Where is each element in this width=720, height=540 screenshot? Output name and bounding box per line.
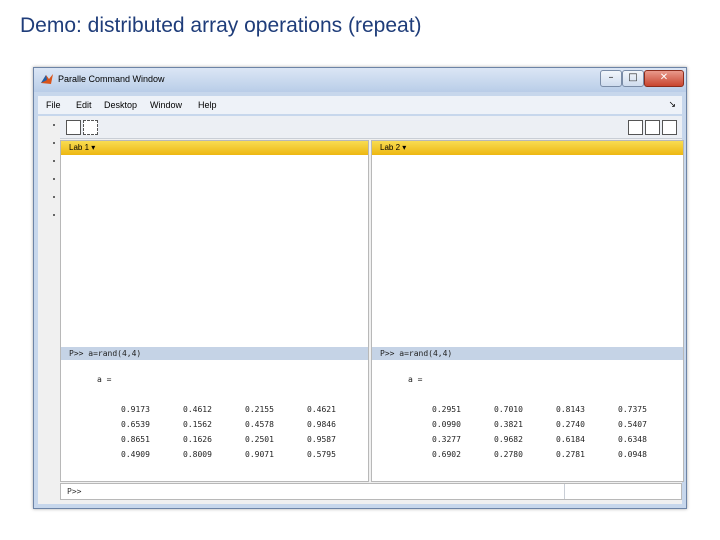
split-vertical-icon[interactable]: [645, 120, 660, 135]
lab-2-result-name: a =: [408, 375, 423, 384]
lab-2-cell: 0.7010: [494, 405, 523, 414]
lab-2-cell: 0.2780: [494, 450, 523, 459]
lab-2-cell: 0.0948: [618, 450, 647, 459]
menu-edit[interactable]: Edit: [76, 100, 92, 110]
lab-2-header[interactable]: Lab 2 ▾: [372, 141, 683, 155]
undock-icon[interactable]: [662, 120, 677, 135]
lab-1-cell: 0.9846: [307, 420, 336, 429]
lab-2-cell: 0.0990: [432, 420, 461, 429]
gutter-dot: [53, 142, 55, 144]
lab-2-cell: 0.6348: [618, 435, 647, 444]
menu-bar: File Edit Desktop Window Help ↘: [38, 96, 682, 114]
lab-1-cell: 0.4621: [307, 405, 336, 414]
lab-2-cell: 0.3277: [432, 435, 461, 444]
single-view-icon[interactable]: [83, 120, 98, 135]
lab-2-cell: 0.6184: [556, 435, 585, 444]
toolbar: [60, 116, 682, 139]
slide-title: Demo: distributed array operations (repe…: [20, 14, 422, 37]
title-bar[interactable]: Paralle Command Window – □ ✕: [34, 68, 686, 92]
lab-1-cell: 0.8651: [121, 435, 150, 444]
lab-2-cell: 0.6902: [432, 450, 461, 459]
lab-2-cell: 0.9682: [494, 435, 523, 444]
lab-2-prompt[interactable]: P>> a=rand(4,4): [372, 347, 683, 360]
lab-1-cell: 0.5795: [307, 450, 336, 459]
menu-help[interactable]: Help: [198, 100, 217, 110]
gutter-dot: [53, 124, 55, 126]
lab-2-cell: 0.7375: [618, 405, 647, 414]
lab-2-cell: 0.2781: [556, 450, 585, 459]
lab-1-cell: 0.9071: [245, 450, 274, 459]
grid-view-icon[interactable]: [66, 120, 81, 135]
lab-1-cell: 0.1626: [183, 435, 212, 444]
lab-1-cell: 0.4909: [121, 450, 150, 459]
split-horizontal-icon[interactable]: [628, 120, 643, 135]
lab-2-cell: 0.8143: [556, 405, 585, 414]
matlab-logo-icon: [41, 74, 53, 84]
lab-2-cell: 0.2951: [432, 405, 461, 414]
lab-1-header[interactable]: Lab 1 ▾: [61, 141, 368, 155]
lab-1-result-name: a =: [97, 375, 112, 384]
gutter-dot: [53, 178, 55, 180]
lab-1-cell: 0.2155: [245, 405, 274, 414]
lab-1-cell: 0.9587: [307, 435, 336, 444]
command-line[interactable]: P>>: [60, 483, 682, 500]
lab-1-cell: 0.6539: [121, 420, 150, 429]
lab-1-prompt[interactable]: P>> a=rand(4,4): [61, 347, 368, 360]
lab-2-cell: 0.2740: [556, 420, 585, 429]
lab-2-panel: Lab 2 ▾ P>> a=rand(4,4) a = 0.2951 0.701…: [371, 140, 684, 482]
lab-2-cell: 0.3821: [494, 420, 523, 429]
lab-1-cell: 0.2501: [245, 435, 274, 444]
lab-1-cell: 0.4578: [245, 420, 274, 429]
gutter-dot: [53, 214, 55, 216]
lab-1-panel: Lab 1 ▾ P>> a=rand(4,4) a = 0.9173 0.461…: [60, 140, 369, 482]
minimize-button[interactable]: –: [600, 70, 622, 87]
window-title: Paralle Command Window: [58, 74, 165, 84]
menu-window[interactable]: Window: [150, 100, 182, 110]
lab-1-cell: 0.4612: [183, 405, 212, 414]
menu-desktop[interactable]: Desktop: [104, 100, 137, 110]
side-gutter: [38, 116, 60, 504]
gutter-dot: [53, 196, 55, 198]
parallel-command-window: Paralle Command Window – □ ✕ File Edit D…: [33, 67, 687, 509]
lab-1-cell: 0.9173: [121, 405, 150, 414]
lab-2-cell: 0.5407: [618, 420, 647, 429]
lab-1-cell: 0.8009: [183, 450, 212, 459]
window-client: Lab 1 ▾ P>> a=rand(4,4) a = 0.9173 0.461…: [38, 116, 684, 504]
maximize-button[interactable]: □: [622, 70, 644, 87]
menu-file[interactable]: File: [46, 100, 61, 110]
gutter-dot: [53, 160, 55, 162]
command-prompt: P>>: [67, 487, 82, 496]
command-line-divider: [564, 484, 565, 499]
close-button[interactable]: ✕: [644, 70, 684, 87]
lab-1-cell: 0.1562: [183, 420, 212, 429]
undock-arrow-icon[interactable]: ↘: [668, 99, 676, 110]
